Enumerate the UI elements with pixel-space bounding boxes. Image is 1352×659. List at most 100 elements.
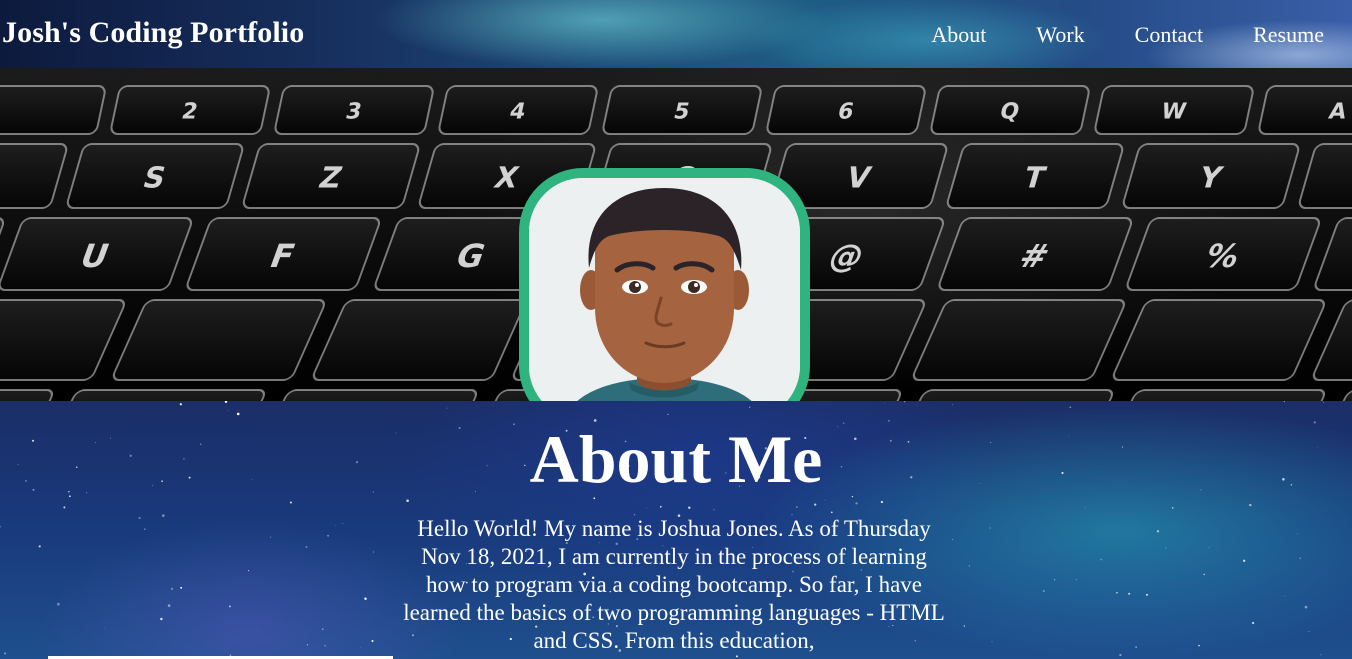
star [1320,654,1322,656]
star [1075,579,1077,581]
star [334,525,336,526]
star [38,545,41,548]
nav-link-work[interactable]: Work [1036,22,1084,48]
keyboard-key [0,143,68,209]
star [1100,558,1103,561]
star [1198,644,1200,647]
star [1323,401,1325,403]
star [360,647,361,649]
star [645,507,647,509]
star [324,645,326,647]
star [884,402,886,404]
star [446,407,448,409]
page: Josh's Coding Portfolio About Work Conta… [0,0,1352,659]
star [1042,589,1045,593]
star [1284,595,1286,597]
star [1249,503,1252,507]
star [160,617,163,621]
star [1299,557,1301,559]
star [327,534,330,537]
keyboard-key [59,389,266,401]
star [306,644,309,646]
nav-link-contact[interactable]: Contact [1135,22,1203,48]
star [1116,591,1118,594]
star [659,505,662,508]
star [4,652,7,655]
star [713,509,715,511]
main-nav: About Work Contact Resume [931,22,1324,48]
star [248,570,250,572]
star [667,413,669,416]
hero-keyboard-image: 23456QWASZXCVTYUFGH@#% [0,68,1352,401]
star [170,587,174,591]
star [63,506,66,509]
star [1135,646,1137,648]
star [364,597,367,601]
keyboard-key [312,299,525,381]
star [1283,401,1286,403]
star [161,514,165,517]
star [1251,621,1255,625]
site-title: Josh's Coding Portfolio [2,16,305,49]
star [989,527,991,529]
star [735,655,738,658]
keyboard-key [112,299,325,381]
star [814,503,817,506]
star [1069,406,1072,409]
star [57,602,60,606]
star [1054,579,1056,581]
star [952,538,953,540]
keyboard-key [0,299,125,381]
star [227,410,229,411]
star [228,605,231,608]
star [305,545,308,548]
star [289,501,292,504]
about-section: About Me Hello World! My name is Joshua … [0,401,1352,659]
star [991,641,993,642]
star [236,412,240,416]
star [0,525,1,528]
star [968,565,970,567]
star [1156,530,1160,533]
star [144,528,146,530]
star [1208,547,1210,549]
star [1119,653,1122,657]
star [796,506,798,508]
star [1084,506,1086,508]
about-title: About Me [529,421,823,497]
site-header: Josh's Coding Portfolio About Work Conta… [0,0,1352,68]
star [1203,573,1205,576]
star [1172,507,1174,509]
keyboard-key [907,389,1114,401]
nav-link-resume[interactable]: Resume [1253,22,1324,48]
keyboard-key [912,299,1125,381]
star [1308,630,1310,633]
star [371,640,374,642]
nav-link-about[interactable]: About [931,22,986,48]
star [167,604,171,607]
star [103,627,105,629]
about-paragraph: Hello World! My name is Joshua Jones. As… [403,516,945,653]
star [179,403,182,406]
star [688,506,691,509]
keyboard-key [271,389,478,401]
keyboard-key [1314,217,1352,291]
star [952,404,953,406]
avatar [519,168,810,401]
keyboard-key [1112,299,1325,381]
star [321,628,324,630]
star [138,516,141,520]
star [1296,533,1298,535]
star [749,406,751,408]
star [1304,605,1308,609]
star [880,500,884,504]
star [855,502,858,505]
star [342,522,344,524]
keyboard-key [0,85,106,135]
keyboard-key [1298,143,1352,209]
star [963,625,965,627]
keyboard-key [0,389,54,401]
keyboard-key [1331,389,1352,401]
keyboard-key [1119,389,1326,401]
star [904,401,906,403]
